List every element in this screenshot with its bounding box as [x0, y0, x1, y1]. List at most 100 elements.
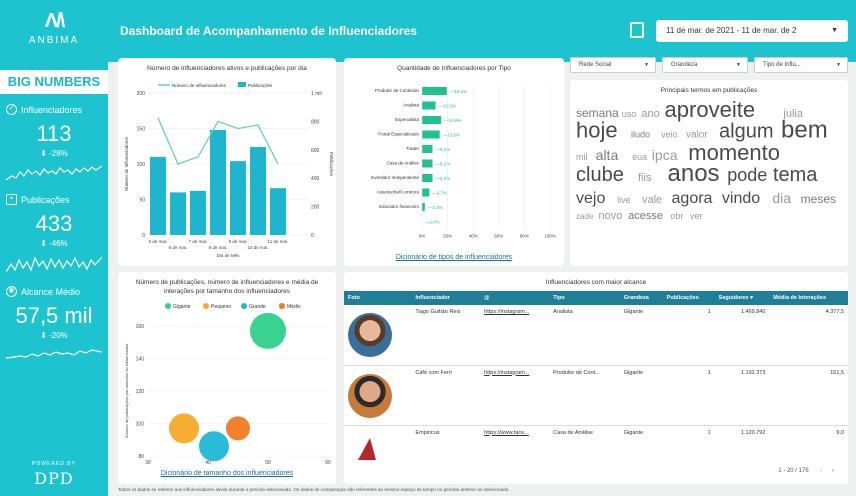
bar	[422, 101, 436, 110]
date-range-select[interactable]: 11 de mar. de 2021 - 11 de mar. de 2 ▼	[656, 20, 848, 42]
y-tick-label: 140	[136, 357, 145, 363]
chart-size-bubbles: Número de publicações, número de influen…	[118, 272, 336, 484]
types-dictionary-link[interactable]: Dicionário de tipos de influenciadores	[344, 254, 564, 261]
y2-tick-label: 200	[311, 205, 320, 211]
cell-avg-interactions: 4.377,5	[769, 305, 848, 366]
column-header[interactable]: @	[480, 291, 550, 305]
word: acesse	[628, 210, 663, 222]
category-label: Investidor Independente	[371, 175, 420, 180]
big-numbers-title: BIG NUMBERS	[0, 70, 108, 94]
x-tick-label: 40%	[469, 234, 478, 239]
bar	[422, 174, 433, 182]
data-label: —5,7%	[432, 191, 447, 196]
page-title: Dashboard de Acompanhamento de Influenci…	[120, 24, 417, 38]
table-row[interactable]: Café com Ferri https://instagram... Prod…	[344, 365, 848, 426]
x-tick-label: 60	[325, 460, 331, 466]
sparkline	[6, 349, 102, 359]
x-tick-label: 9 de mar.	[229, 239, 248, 244]
size-dictionary-link[interactable]: Dicionário de tamanho dos influenciadore…	[118, 470, 336, 477]
data-label: —8,2%	[435, 176, 450, 181]
kpi-value: 433	[35, 211, 73, 236]
table-row[interactable]: Empiricus https://www.face... Casa de An…	[344, 425, 848, 484]
logo-text: ANBIMA	[28, 35, 80, 46]
word: fiis	[638, 172, 652, 184]
next-page-button[interactable]: ›	[832, 468, 834, 474]
calendar-icon[interactable]	[630, 22, 644, 38]
kpi-delta: ⬇ -20%	[40, 331, 68, 340]
cell-handle-link[interactable]: https://www.face...	[480, 425, 550, 484]
chevron-down-icon: ▼	[831, 27, 838, 34]
y-tick-label: 160	[136, 324, 145, 330]
word: eua	[632, 152, 647, 162]
column-header[interactable]: Influenciador	[411, 291, 481, 305]
x-tick-label: 11 de mar.	[268, 239, 289, 244]
top-influencers-table-panel: Influenciadores com maior alcance Foto I…	[344, 272, 848, 484]
document-icon: ▪	[6, 194, 17, 205]
x-tick-label: 30	[145, 460, 151, 466]
word: iludo	[631, 130, 650, 140]
data-label: —13,8%	[443, 133, 460, 138]
x-tick-label: 60%	[494, 234, 503, 239]
data-label: —14,9%	[444, 118, 461, 123]
prev-page-button[interactable]: ‹	[820, 468, 822, 474]
legend-label: Publicações	[248, 83, 273, 88]
column-header[interactable]: Foto	[344, 291, 412, 305]
legend-label: Número de Influenciadores	[172, 83, 227, 88]
avatar	[348, 373, 392, 418]
data-label: —1,4%	[425, 220, 440, 225]
data-label: —19,4%	[450, 89, 467, 94]
filter-grandeza[interactable]: Grandeza ▼	[662, 57, 748, 73]
word: live	[617, 195, 631, 205]
cell-avg-interactions: 151,5	[769, 365, 848, 426]
y-axis-label: Número de Influenciadores	[124, 136, 129, 191]
bar	[210, 129, 226, 235]
chart-daily-activity: Número de influenciadores ativos e publi…	[118, 58, 336, 266]
cell-handle-link[interactable]: https://instagram...	[480, 365, 550, 426]
category-label: Casa de Análise	[386, 161, 419, 166]
table-title: Influenciadores com maior alcance	[545, 279, 647, 286]
filter-label: Grandeza	[671, 62, 698, 68]
table-row[interactable]: Tiago Guitián Reis https://instagram... …	[344, 305, 848, 366]
column-header[interactable]: Publicações	[662, 291, 715, 305]
y2-tick-label: 800	[311, 119, 320, 125]
cell-handle-link[interactable]: https://instagram...	[480, 305, 550, 366]
chart-title: Número de influenciadores ativos e publi…	[147, 65, 307, 72]
cell-followers: 1.469.840	[714, 305, 770, 366]
column-header[interactable]: Seguidores ▾	[714, 291, 770, 305]
x-tick-label: 5 de mar.	[149, 239, 168, 244]
category-label: Especialista	[395, 117, 420, 122]
cell-size: Gigante	[619, 365, 663, 426]
sidebar: Λ/\ ANBIMA BIG NUMBERS ✓ Influenciadores …	[0, 0, 108, 496]
x-tick-label: 40	[205, 460, 211, 466]
legend-label: Grande	[249, 304, 266, 310]
bubble	[250, 312, 286, 349]
word: anos	[668, 160, 720, 187]
bar	[230, 161, 246, 235]
word: veio	[661, 130, 678, 140]
x-tick-label: 50	[265, 460, 271, 466]
cell-size: Gigante	[619, 425, 663, 484]
y-tick-label: 100	[137, 162, 146, 168]
y-tick-label: 200	[137, 91, 146, 97]
column-header[interactable]: Média de Interações	[769, 291, 848, 305]
data-label: —2,2%	[428, 205, 443, 210]
bubble	[226, 416, 250, 441]
kpi-label: Publicações	[21, 194, 70, 205]
chart-title: Principais termos em publicações	[660, 87, 758, 94]
word: aproveite	[665, 97, 756, 122]
sparkline	[6, 165, 102, 181]
column-header[interactable]: Grandeza	[619, 291, 663, 305]
kpi-influenciadores: ✓ Influenciadores 113 ⬇ -28%	[0, 104, 108, 184]
filter-tipo[interactable]: Tipo de Influ... ▼	[754, 57, 848, 73]
word: alta	[596, 147, 619, 163]
cell-name: Tiago Guitián Reis	[411, 305, 481, 366]
header: Dashboard de Acompanhamento de Influenci…	[108, 0, 856, 62]
filter-rede-social[interactable]: Rede Social ▼	[570, 57, 656, 73]
cell-pubs: 1	[662, 365, 715, 426]
x-tick-label: 20%	[443, 234, 452, 239]
cell-avg-interactions: 9,0	[769, 425, 848, 484]
word: vale	[642, 194, 662, 206]
column-header[interactable]: Tipo	[549, 291, 620, 305]
kpi-delta: ⬇ -28%	[40, 149, 68, 158]
y2-tick-label: 600	[311, 148, 320, 154]
